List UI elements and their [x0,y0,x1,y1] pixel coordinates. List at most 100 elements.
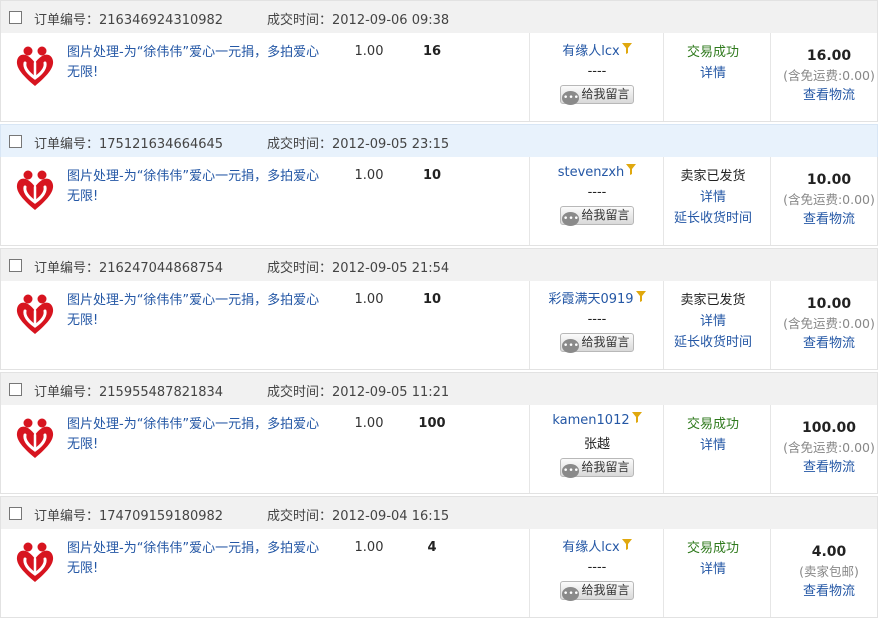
divider [529,157,530,245]
amount-cell: 4.00 (卖家包邮) 查看物流 [771,543,878,602]
order-number: 订单编号：174709159180982 [34,505,223,524]
shipping-note: (含免运费:0.00) [783,440,875,455]
details-link[interactable]: 详情 [664,187,762,208]
order-item: 订单编号：216346924310982 成交时间：2012-09-06 09:… [0,0,878,124]
order-item: 订单编号：174709159180982 成交时间：2012-09-04 16:… [0,496,878,620]
view-logistics-link[interactable]: 查看物流 [771,457,878,478]
order-number-label: 订单编号： [34,13,100,28]
order-number-label: 订单编号： [34,137,100,152]
quantity: 10 [422,168,442,183]
order-number: 订单编号：175121634664645 [34,133,223,152]
buyer-subname: 张越 [583,437,610,452]
buyer-cell: 彩霞满天0919 ---- ••• 给我留言 [531,288,663,353]
leave-message-button[interactable]: ••• 给我留言 [560,333,634,353]
leave-message-button[interactable]: ••• 给我留言 [560,458,634,478]
order-checkbox[interactable] [9,507,22,520]
unit-price: 1.00 [354,44,384,59]
shipping-note: (含免运费:0.00) [783,316,875,331]
order-checkbox[interactable] [9,259,22,272]
order-number-value: 216247044868754 [99,261,224,276]
heart-charity-logo-icon[interactable] [15,169,55,213]
unit-price: 1.00 [354,416,384,431]
funnel-icon[interactable] [621,43,632,54]
heart-charity-logo-icon[interactable] [15,293,55,337]
heart-charity-logo-icon[interactable] [15,417,55,461]
heart-charity-logo-icon[interactable] [15,45,55,89]
buyer-name-link[interactable]: stevenzxh [558,165,625,180]
details-link[interactable]: 详情 [664,559,762,580]
buyer-name-link[interactable]: 有缘人lcx [562,44,619,59]
order-number-label: 订单编号： [34,385,100,400]
funnel-icon[interactable] [626,164,637,175]
deal-time: 成交时间：2012-09-05 11:21 [267,381,449,400]
leave-message-button[interactable]: ••• 给我留言 [560,581,634,601]
status-cell: 卖家已发货 详情 延长收货时间 [664,166,762,229]
order-header: 订单编号：216247044868754 成交时间：2012-09-05 21:… [0,248,878,282]
order-number-value: 215955487821834 [99,385,224,400]
leave-message-button[interactable]: ••• 给我留言 [560,206,634,226]
view-logistics-link[interactable]: 查看物流 [771,209,878,230]
item-title-link[interactable]: 图片处理-为“徐伟伟”爱心一元捐，多拍爱心无限! [67,291,329,331]
leave-message-label: 给我留言 [581,460,630,474]
details-link[interactable]: 详情 [664,311,762,332]
total-amount: 10.00 [806,172,852,188]
quantity: 10 [422,292,442,307]
deal-time: 成交时间：2012-09-05 21:54 [267,257,449,276]
deal-time: 成交时间：2012-09-04 16:15 [267,505,449,524]
buyer-name-link[interactable]: kamen1012 [552,413,629,428]
shipping-note: (含免运费:0.00) [783,68,875,83]
view-logistics-link[interactable]: 查看物流 [771,333,878,354]
order-checkbox[interactable] [9,135,22,148]
extend-receipt-link[interactable]: 延长收货时间 [664,208,762,229]
funnel-icon[interactable] [635,291,646,302]
divider [529,33,530,121]
amount-cell: 16.00 (含免运费:0.00) 查看物流 [771,47,878,106]
buyer-cell: 有缘人lcx ---- ••• 给我留言 [531,40,663,105]
view-logistics-link[interactable]: 查看物流 [771,85,878,106]
details-link[interactable]: 详情 [664,63,762,84]
funnel-icon[interactable] [621,539,632,550]
deal-time-label: 成交时间： [267,509,333,524]
unit-price: 1.00 [354,168,384,183]
funnel-icon[interactable] [631,412,642,423]
leave-message-label: 给我留言 [581,208,630,222]
buyer-cell: kamen1012 张越 ••• 给我留言 [531,412,663,478]
item-title-link[interactable]: 图片处理-为“徐伟伟”爱心一元捐，多拍爱心无限! [67,167,329,207]
item-title-link[interactable]: 图片处理-为“徐伟伟”爱心一元捐，多拍爱心无限! [67,43,329,83]
order-item: 订单编号：215955487821834 成交时间：2012-09-05 11:… [0,372,878,496]
order-header: 订单编号：215955487821834 成交时间：2012-09-05 11:… [0,372,878,406]
order-header: 订单编号：216346924310982 成交时间：2012-09-06 09:… [0,0,878,34]
order-status: 交易成功 [686,417,739,432]
details-link[interactable]: 详情 [664,435,762,456]
leave-message-button[interactable]: ••• 给我留言 [560,85,634,105]
buyer-name-link[interactable]: 彩霞满天0919 [548,292,633,307]
deal-time-label: 成交时间： [267,13,333,28]
deal-time-value: 2012-09-04 16:15 [332,509,450,524]
item-title-link[interactable]: 图片处理-为“徐伟伟”爱心一元捐，多拍爱心无限! [67,415,329,455]
view-logistics-link[interactable]: 查看物流 [771,581,878,602]
order-status: 交易成功 [686,45,739,60]
shipping-note: (含免运费:0.00) [783,192,875,207]
status-cell: 交易成功 详情 [664,538,762,580]
order-number-label: 订单编号： [34,261,100,276]
quantity: 16 [422,44,442,59]
amount-cell: 10.00 (含免运费:0.00) 查看物流 [771,295,878,354]
order-checkbox[interactable] [9,11,22,24]
divider [529,405,530,493]
deal-time: 成交时间：2012-09-05 23:15 [267,133,449,152]
buyer-subname: ---- [587,560,607,575]
order-number-label: 订单编号： [34,509,100,524]
order-header: 订单编号：175121634664645 成交时间：2012-09-05 23:… [0,124,878,158]
deal-time-value: 2012-09-05 11:21 [332,385,450,400]
buyer-subname: ---- [587,64,607,79]
order-status: 卖家已发货 [680,169,746,184]
extend-receipt-link[interactable]: 延长收货时间 [664,332,762,353]
item-title-link[interactable]: 图片处理-为“徐伟伟”爱心一元捐，多拍爱心无限! [67,539,329,579]
heart-charity-logo-icon[interactable] [15,541,55,585]
leave-message-label: 给我留言 [581,87,630,101]
deal-time-label: 成交时间： [267,385,333,400]
message-bubble-icon: ••• [562,212,580,226]
order-checkbox[interactable] [9,383,22,396]
buyer-subname: ---- [587,185,607,200]
buyer-name-link[interactable]: 有缘人lcx [562,540,619,555]
